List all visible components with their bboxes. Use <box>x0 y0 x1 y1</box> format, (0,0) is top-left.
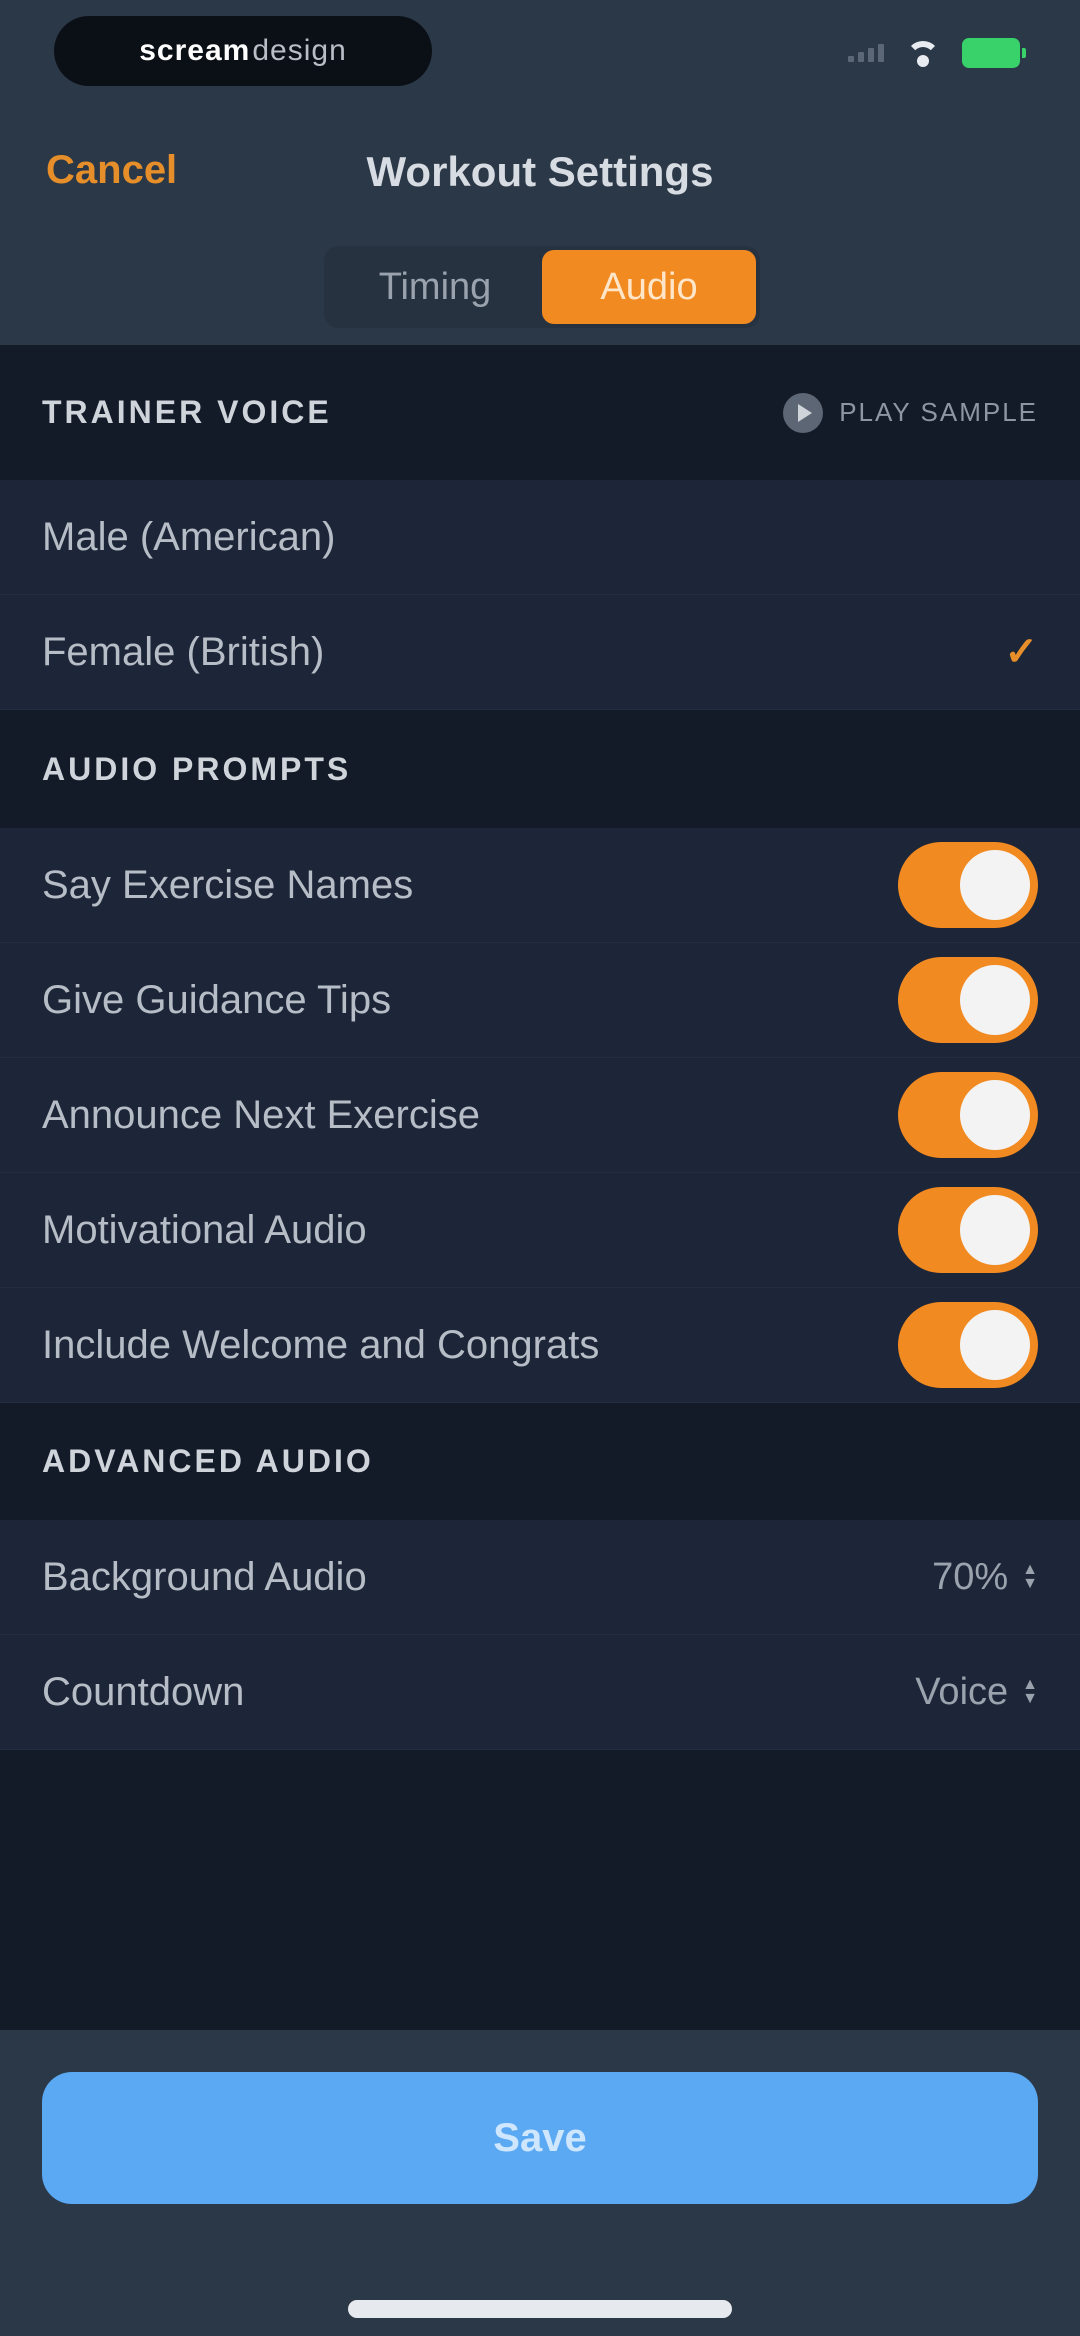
status-pill-text-bold: scream <box>139 34 251 67</box>
toggle-row-motivational-audio: Motivational Audio <box>0 1173 1080 1288</box>
page-title: Workout Settings <box>366 148 714 195</box>
battery-icon <box>962 38 1026 68</box>
section-title-audio-prompts: AUDIO PROMPTS <box>42 750 352 787</box>
toggle-knob <box>960 1195 1030 1265</box>
setting-value: 70% ▲ ▼ <box>932 1556 1038 1599</box>
status-pill-text-light: design <box>252 34 347 67</box>
announce-next-exercise-toggle[interactable] <box>898 1072 1038 1158</box>
section-title-advanced-audio: ADVANCED AUDIO <box>42 1443 374 1479</box>
setting-row-countdown[interactable]: Countdown Voice ▲ ▼ <box>0 1635 1080 1750</box>
tab-timing[interactable]: Timing <box>328 250 542 324</box>
status-bar-pill: scream design <box>54 16 432 86</box>
toggle-row-give-guidance-tips: Give Guidance Tips <box>0 943 1080 1058</box>
home-indicator[interactable] <box>348 2300 732 2318</box>
checkmark-icon: ✓ <box>1004 630 1038 674</box>
motivational-audio-toggle[interactable] <box>898 1187 1038 1273</box>
setting-value: Voice ▲ ▼ <box>915 1671 1038 1714</box>
toggle-knob <box>960 965 1030 1035</box>
setting-row-background-audio[interactable]: Background Audio 70% ▲ ▼ <box>0 1520 1080 1635</box>
toggle-label: Announce Next Exercise <box>42 1092 481 1137</box>
save-button[interactable]: Save <box>42 2072 1038 2204</box>
toggle-knob <box>960 850 1030 920</box>
play-sample-label: PLAY SAMPLE <box>839 397 1038 427</box>
background-audio-value: 70% <box>932 1555 1009 1598</box>
toggle-row-say-exercise-names: Say Exercise Names <box>0 828 1080 943</box>
section-header-audio-prompts: AUDIO PROMPTS <box>0 710 1080 828</box>
section-header-trainer-voice: TRAINER VOICE PLAY SAMPLE <box>0 345 1080 480</box>
status-indicators <box>848 38 1026 68</box>
voice-option-female-british[interactable]: Female (British) ✓ <box>0 595 1080 710</box>
countdown-value: Voice <box>915 1670 1009 1713</box>
toggle-label: Give Guidance Tips <box>42 977 392 1022</box>
voice-option-male-american[interactable]: Male (American) <box>0 480 1080 595</box>
toggle-label: Motivational Audio <box>42 1207 367 1252</box>
up-down-chevron-icon: ▲ ▼ <box>1022 1561 1038 1592</box>
section-title-trainer-voice: TRAINER VOICE <box>42 394 332 430</box>
play-sample-button[interactable]: PLAY SAMPLE <box>783 392 1038 433</box>
toggle-knob <box>960 1310 1030 1380</box>
voice-option-label: Male (American) <box>42 514 336 559</box>
section-header-advanced-audio: ADVANCED AUDIO <box>0 1403 1080 1520</box>
toggle-label: Say Exercise Names <box>42 862 414 907</box>
play-icon <box>783 392 824 433</box>
say-exercise-names-toggle[interactable] <box>898 842 1038 928</box>
segmented-control: Timing Audio <box>324 246 760 328</box>
setting-label: Countdown <box>42 1669 245 1714</box>
up-down-chevron-icon: ▲ ▼ <box>1022 1676 1038 1707</box>
include-welcome-and-congrats-toggle[interactable] <box>898 1302 1038 1388</box>
toggle-label: Include Welcome and Congrats <box>42 1322 600 1367</box>
give-guidance-tips-toggle[interactable] <box>898 957 1038 1043</box>
setting-label: Background Audio <box>42 1554 367 1599</box>
toggle-row-include-welcome-and-congrats: Include Welcome and Congrats <box>0 1288 1080 1403</box>
tab-audio[interactable]: Audio <box>542 250 756 324</box>
toggle-knob <box>960 1080 1030 1150</box>
toggle-row-announce-next-exercise: Announce Next Exercise <box>0 1058 1080 1173</box>
signal-icon <box>848 44 884 62</box>
voice-option-label: Female (British) <box>42 629 325 674</box>
wifi-icon <box>906 41 940 67</box>
